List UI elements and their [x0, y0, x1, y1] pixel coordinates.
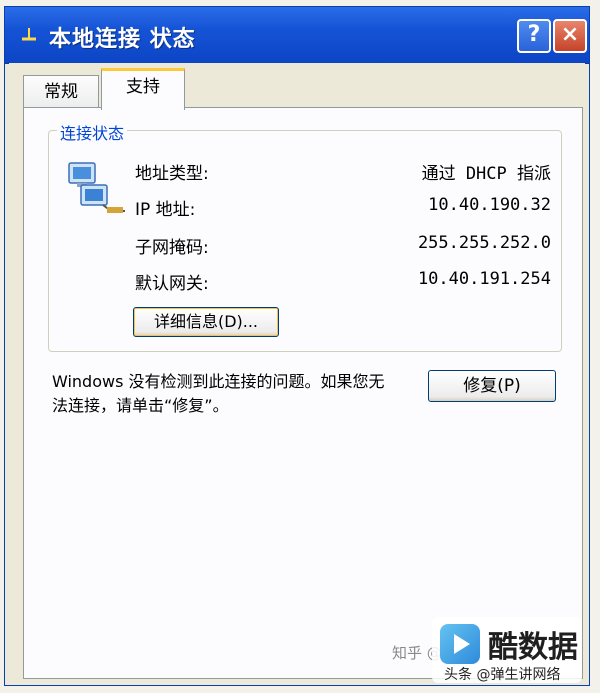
window-title: 本地连接 状态	[49, 27, 196, 52]
details-button[interactable]: 详细信息(D)...	[133, 307, 279, 337]
repair-message: Windows 没有检测到此连接的问题。如果您无法连接，请单击“修复”。	[52, 372, 385, 415]
help-button[interactable]: ?	[517, 19, 551, 53]
network-connection-icon	[22, 28, 36, 41]
play-logo-icon	[440, 624, 480, 664]
tab-general[interactable]: 常规	[23, 75, 99, 109]
title-bar[interactable]: 本地连接 状态 ? ×	[5, 7, 589, 64]
dialog-body: 常规 支持 连接状态 地址类型: 通过 DHCP 指派 IP 地址: 10.40…	[9, 63, 585, 681]
status-dialog: 本地连接 状态 ? × 常规 支持 连接状态 地址类型: 通过 DHCP 指派	[4, 6, 590, 686]
subnet-mask-label: 子网掩码:	[135, 238, 209, 258]
default-gateway-label: 默认网关:	[135, 274, 209, 294]
address-type-label: 地址类型:	[135, 164, 209, 184]
ip-address-label: IP 地址:	[135, 200, 196, 220]
default-gateway-value: 10.40.191.254	[417, 269, 551, 289]
repair-button[interactable]: 修复(P)	[428, 370, 556, 402]
ip-address-value: 10.40.190.32	[428, 195, 551, 215]
watermark-logo-text: 酷数据	[488, 630, 578, 665]
network-computers-icon	[68, 162, 125, 213]
tab-support[interactable]: 支持	[101, 68, 185, 110]
address-type-value: 通过 DHCP 指派	[421, 164, 551, 184]
support-tab-panel: 连接状态 地址类型: 通过 DHCP 指派 IP 地址: 10.40.190.3…	[23, 107, 583, 679]
subnet-mask-value: 255.255.252.0	[417, 233, 551, 253]
group-legend: 连接状态	[57, 120, 128, 144]
connection-status-group: 连接状态 地址类型: 通过 DHCP 指派 IP 地址: 10.40.190.3…	[48, 120, 562, 352]
watermark-sub-text: 头条 @弹生讲网络	[444, 667, 561, 683]
close-button[interactable]: ×	[553, 19, 587, 53]
